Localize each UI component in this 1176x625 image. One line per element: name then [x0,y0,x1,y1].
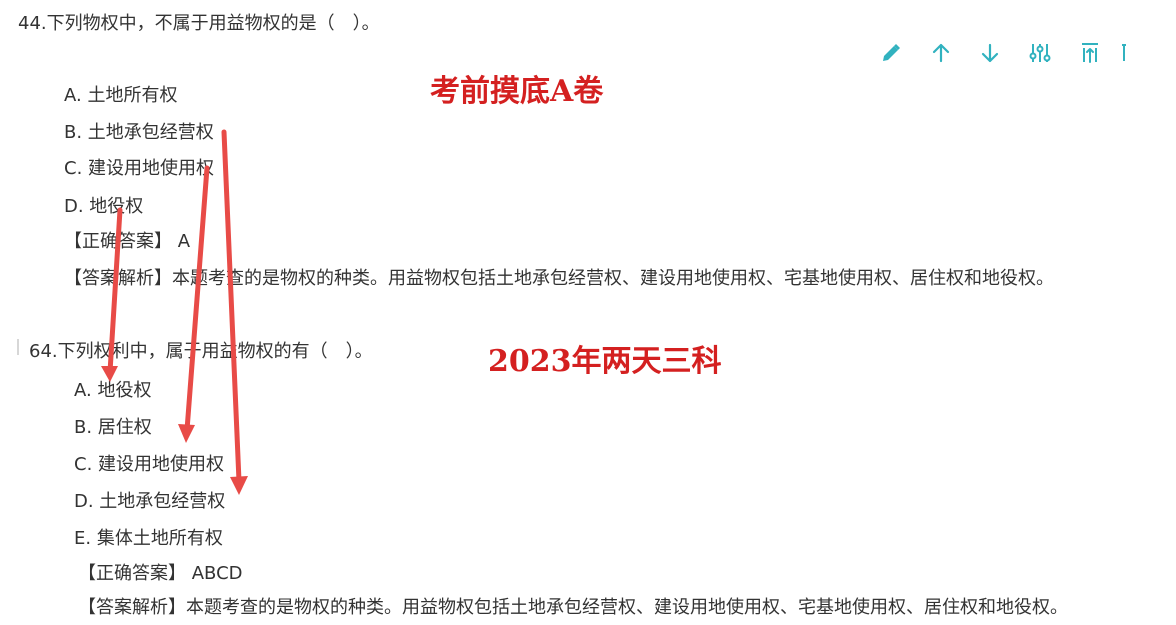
option-c: C. 建设用地使用权 [64,158,215,179]
question-title: 64.下列权利中，属于用益物权的有（ ）。 [29,341,373,362]
more-icon[interactable] [1116,36,1132,70]
arrow-b-to-e [221,129,242,484]
correct-answer: 【正确答案】 ABCD [78,563,243,584]
arrow-up-icon[interactable] [926,36,956,70]
answer-explanation: 【答案解析】本题考查的是物权的种类。用益物权包括土地承包经营权、建设用地使用权、… [78,597,1068,618]
question-title: 44.下列物权中，不属于用益物权的是（ ）。 [18,13,380,34]
option-b: B. 居住权 [74,417,152,438]
sliders-icon[interactable] [1025,36,1055,70]
option-b: B. 土地承包经营权 [64,122,214,143]
option-d: D. 地役权 [64,196,144,217]
pencil-icon[interactable] [876,36,906,70]
arrow-c-to-b [184,165,210,433]
answer-explanation: 【答案解析】本题考查的是物权的种类。用益物权包括土地承包经营权、建设用地使用权、… [64,268,1054,289]
sort-up-icon[interactable] [1075,36,1105,70]
option-c: C. 建设用地使用权 [74,454,225,475]
option-a: A. 地役权 [74,380,152,401]
question-marker-bar [17,339,19,355]
overlay-label-exam-a: 考前摸底A卷 [430,74,604,109]
option-a: A. 土地所有权 [64,85,178,106]
option-e: E. 集体土地所有权 [74,528,223,549]
arrow-b-to-e-head [230,476,248,495]
correct-answer: 【正确答案】 A [64,231,191,252]
arrow-down-icon[interactable] [975,36,1005,70]
overlay-label-2023: 2023年两天三科 [488,344,722,379]
arrow-c-to-b-head [178,424,195,443]
option-d: D. 土地承包经营权 [74,491,226,512]
question-toolbar [876,36,1146,70]
